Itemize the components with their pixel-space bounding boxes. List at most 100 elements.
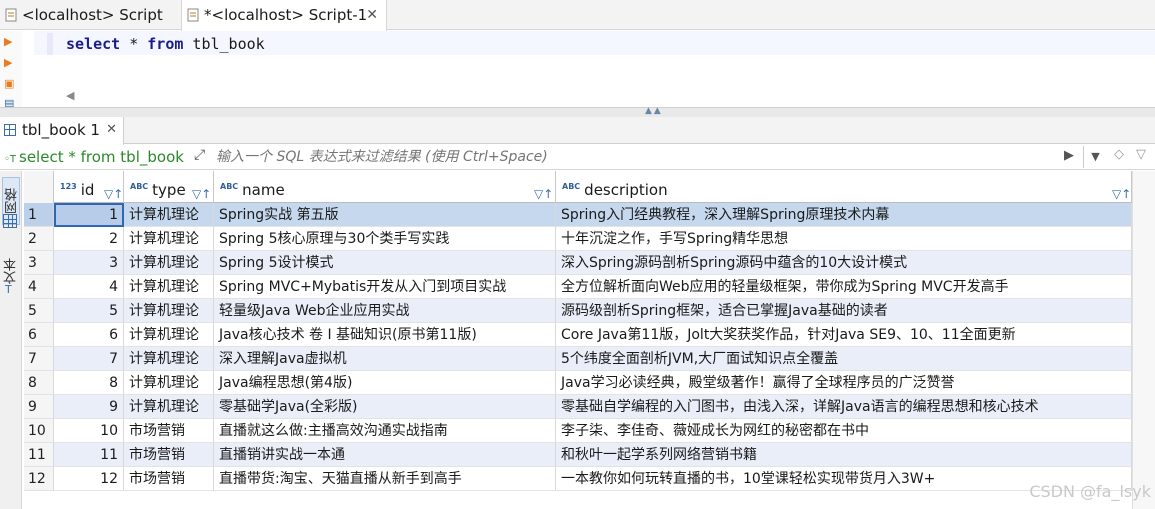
cell-type[interactable]: 计算机理论 (124, 395, 214, 419)
cell-name[interactable]: 直播就这么做:主播高效沟通实战指南 (214, 419, 556, 443)
cell-description[interactable]: 5个纬度全面剖析JVM,大厂面试知识点全覆盖 (556, 347, 1132, 371)
tab-localhost-script-1[interactable]: *<localhost> Script-1 ✕ (181, 0, 387, 31)
column-label: description (584, 181, 668, 199)
cell-name[interactable]: 轻量级Java Web企业应用实战 (214, 299, 556, 323)
text-type-icon: ABC (562, 182, 581, 191)
row-number[interactable]: 12 (24, 467, 54, 491)
cell-name[interactable]: Spring MVC+Mybatis开发从入门到项目实战 (214, 275, 556, 299)
execute-statement-icon[interactable]: ▶ (4, 35, 16, 49)
table-row[interactable]: 8 8 计算机理论 Java编程思想(第4版) Java学习必读经典，殿堂级著作… (24, 371, 1132, 395)
text-type-icon: ABC (220, 182, 239, 191)
cell-type[interactable]: 计算机理论 (124, 323, 214, 347)
cell-id[interactable]: 7 (54, 347, 124, 371)
eraser-icon[interactable]: ◇ (1114, 147, 1124, 162)
table-row[interactable]: 4 4 计算机理论 Spring MVC+Mybatis开发从入门到项目实战 全… (24, 275, 1132, 299)
tab-localhost-script[interactable]: <localhost> Script (0, 0, 178, 30)
cell-description[interactable]: 源码级剖析Spring框架，适合已掌握Java基础的读者 (556, 299, 1132, 323)
cell-id[interactable]: 11 (54, 443, 124, 467)
cell-id[interactable]: 6 (54, 323, 124, 347)
execute-script-icon[interactable]: ▶ (4, 56, 16, 70)
row-number[interactable]: 2 (24, 227, 54, 251)
row-number[interactable]: 4 (24, 275, 54, 299)
filter-history-dropdown[interactable]: ▼ (1083, 146, 1107, 168)
cell-id[interactable]: 2 (54, 227, 124, 251)
cell-name[interactable]: 直播带货:淘宝、天猫直播从新手到高手 (214, 467, 556, 491)
column-header-type[interactable]: ABC type ▽↑ (124, 171, 214, 203)
table-row[interactable]: 7 7 计算机理论 深入理解Java虚拟机 5个纬度全面剖析JVM,大厂面试知识… (24, 347, 1132, 371)
close-icon[interactable]: ✕ (366, 0, 378, 30)
cell-type[interactable]: 计算机理论 (124, 275, 214, 299)
apply-filter-icon[interactable]: ▶ (1064, 148, 1074, 163)
row-number[interactable]: 5 (24, 299, 54, 323)
cell-id[interactable]: 1 (54, 203, 124, 227)
cell-name[interactable]: Spring 5设计模式 (214, 251, 556, 275)
cell-description[interactable]: 十年沉淀之作，手写Spring精华思想 (556, 227, 1132, 251)
cell-id[interactable]: 8 (54, 371, 124, 395)
cell-name[interactable]: Spring实战 第五版 (214, 203, 556, 227)
cell-id[interactable]: 9 (54, 395, 124, 419)
query-link[interactable]: ◦T select * from tbl_book (4, 145, 184, 172)
row-number-header (24, 171, 54, 203)
table-row[interactable]: 3 3 计算机理论 Spring 5设计模式 深入Spring源码剖析Sprin… (24, 251, 1132, 275)
cell-description[interactable]: Spring入门经典教程，深入理解Spring原理技术内幕 (556, 203, 1132, 227)
table-row[interactable]: 1 1 计算机理论 Spring实战 第五版 Spring入门经典教程，深入理解… (24, 203, 1132, 227)
cell-type[interactable]: 计算机理论 (124, 251, 214, 275)
tab-tbl-book-1[interactable]: tbl_book 1 ✕ (0, 117, 124, 145)
scroll-left-icon[interactable]: ◀ (66, 89, 74, 102)
cell-description[interactable]: 全方位解析面向Web应用的轻量级框架，带你成为Spring MVC开发高手 (556, 275, 1132, 299)
cell-description[interactable]: 零基础自学编程的入门图书，由浅入深，详解Java语言的编程思想和核心技术 (556, 395, 1132, 419)
column-header-id[interactable]: 123 id ▽↑ (54, 171, 124, 203)
cell-description[interactable]: 深入Spring源码剖析Spring源码中蕴含的10大设计模式 (556, 251, 1132, 275)
cell-description[interactable]: Core Java第11版，Jolt大奖获奖作品，针对Java SE9、10、1… (556, 323, 1132, 347)
cell-id[interactable]: 10 (54, 419, 124, 443)
cell-type[interactable]: 计算机理论 (124, 347, 214, 371)
cell-name[interactable]: 零基础学Java(全彩版) (214, 395, 556, 419)
expand-icon[interactable]: ⤢ (194, 147, 205, 163)
cell-description[interactable]: Java学习必读经典，殿堂级著作！赢得了全球程序员的广泛赞誉 (556, 371, 1132, 395)
cell-type[interactable]: 市场营销 (124, 443, 214, 467)
cell-name[interactable]: Spring 5核心原理与30个类手写实践 (214, 227, 556, 251)
cell-name[interactable]: 直播销讲实战一本通 (214, 443, 556, 467)
row-number[interactable]: 6 (24, 323, 54, 347)
panel-splitter[interactable]: ▲▲ (0, 106, 1155, 117)
table-row[interactable]: 12 12 市场营销 直播带货:淘宝、天猫直播从新手到高手 一本教你如何玩转直播… (24, 467, 1132, 491)
cell-type[interactable]: 市场营销 (124, 419, 214, 443)
table-row[interactable]: 2 2 计算机理论 Spring 5核心原理与30个类手写实践 十年沉淀之作，手… (24, 227, 1132, 251)
row-number[interactable]: 11 (24, 443, 54, 467)
table-row[interactable]: 5 5 计算机理论 轻量级Java Web企业应用实战 源码级剖析Spring框… (24, 299, 1132, 323)
cell-type[interactable]: 市场营销 (124, 467, 214, 491)
row-number[interactable]: 10 (24, 419, 54, 443)
cell-type[interactable]: 计算机理论 (124, 227, 214, 251)
column-header-description[interactable]: ABC description ▽↑ (556, 171, 1132, 203)
cell-id[interactable]: 5 (54, 299, 124, 323)
filter-input[interactable] (216, 145, 1056, 169)
sql-editor[interactable]: ▶ ▶ ▣ ▤ select * from tbl_book ◀ (0, 31, 1155, 110)
close-icon[interactable]: ✕ (106, 117, 117, 143)
cell-type[interactable]: 计算机理论 (124, 371, 214, 395)
table-row[interactable]: 9 9 计算机理论 零基础学Java(全彩版) 零基础自学编程的入门图书，由浅入… (24, 395, 1132, 419)
cell-id[interactable]: 12 (54, 467, 124, 491)
row-number[interactable]: 1 (24, 203, 54, 227)
cell-description[interactable]: 和秋叶一起学系列网络营销书籍 (556, 443, 1132, 467)
cell-id[interactable]: 3 (54, 251, 124, 275)
row-number[interactable]: 7 (24, 347, 54, 371)
funnel-icon[interactable]: ▽ (1136, 147, 1146, 162)
cell-type[interactable]: 计算机理论 (124, 299, 214, 323)
cell-name[interactable]: Java核心技术 卷 I 基础知识(原书第11版) (214, 323, 556, 347)
cell-id[interactable]: 4 (54, 275, 124, 299)
column-header-name[interactable]: ABC name ▽↑ (214, 171, 556, 203)
cell-description[interactable]: 李子柒、李佳奇、薇娅成长为网红的秘密都在书中 (556, 419, 1132, 443)
row-number[interactable]: 8 (24, 371, 54, 395)
row-number[interactable]: 3 (24, 251, 54, 275)
row-number[interactable]: 9 (24, 395, 54, 419)
sql-code-line[interactable]: select * from tbl_book (66, 34, 265, 54)
explain-plan-icon[interactable]: ▣ (4, 77, 16, 91)
table-row[interactable]: 10 10 市场营销 直播就这么做:主播高效沟通实战指南 李子柒、李佳奇、薇娅成… (24, 419, 1132, 443)
cell-type[interactable]: 计算机理论 (124, 203, 214, 227)
cell-name[interactable]: 深入理解Java虚拟机 (214, 347, 556, 371)
collapse-arrows-icon[interactable]: ▲▲ (645, 106, 663, 116)
table-row[interactable]: 11 11 市场营销 直播销讲实战一本通 和秋叶一起学系列网络营销书籍 (24, 443, 1132, 467)
vertical-scrollbar[interactable] (1132, 171, 1155, 509)
table-row[interactable]: 6 6 计算机理论 Java核心技术 卷 I 基础知识(原书第11版) Core… (24, 323, 1132, 347)
cell-name[interactable]: Java编程思想(第4版) (214, 371, 556, 395)
